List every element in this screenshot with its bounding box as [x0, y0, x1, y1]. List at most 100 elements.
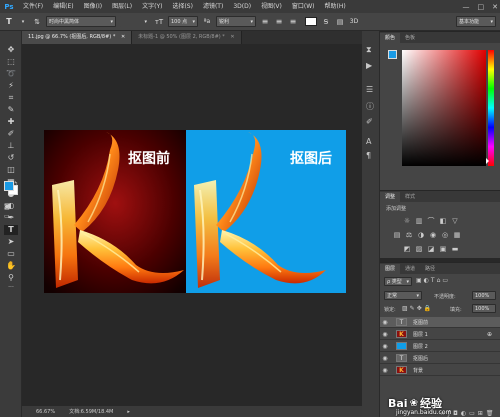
type-tool-icon[interactable]: T [4, 225, 18, 235]
actions-icon[interactable]: ▶ [366, 61, 372, 70]
antialias-select[interactable]: 锐利 ▾ [216, 16, 256, 27]
info-icon[interactable]: ⓘ [366, 101, 374, 112]
character-panel-icon[interactable]: ▤ [335, 18, 345, 26]
eye-icon[interactable]: ◉ [380, 343, 390, 350]
color-lookup-icon[interactable]: ▦ [452, 231, 462, 239]
chevron-down-icon[interactable]: ▾ [18, 19, 28, 25]
layer-row[interactable]: ◉ K 背景 [380, 365, 500, 376]
new-layer-icon[interactable]: ⊞ [478, 410, 486, 417]
adjustment-layer-icon[interactable]: ◐ [461, 410, 469, 417]
history-brush-tool-icon[interactable]: ↺ [4, 153, 18, 163]
menu-view[interactable]: 视图(V) [256, 0, 287, 13]
layer-effects-icon[interactable]: ⊕ [487, 331, 492, 338]
workspace-select[interactable]: 基本功能 ▾ [456, 16, 496, 27]
selective-color-icon[interactable]: ▣ [438, 245, 448, 253]
trash-icon[interactable]: 🗑 [486, 410, 497, 417]
foreground-color-swatch[interactable] [4, 181, 14, 191]
marquee-tool-icon[interactable]: ⬚ [4, 57, 18, 67]
screen-mode-icon[interactable]: ▭ [4, 213, 10, 220]
tab-adjustments[interactable]: 调整 [380, 192, 401, 202]
hue-saturation-icon[interactable]: ▤ [392, 231, 402, 239]
menu-image[interactable]: 图像(I) [79, 0, 107, 13]
shape-tool-icon[interactable]: ▭ [4, 249, 18, 259]
document-canvas[interactable]: 抠图前 抠图后 [44, 130, 346, 293]
healing-brush-tool-icon[interactable]: ✚ [4, 117, 18, 127]
panel-fg-swatch[interactable] [388, 50, 397, 59]
minimize-icon[interactable]: — [463, 3, 470, 11]
zoom-tool-icon[interactable]: ⚲ [4, 273, 18, 283]
lasso-tool-icon[interactable]: ➰ [4, 69, 18, 79]
eye-icon[interactable]: ◉ [380, 355, 390, 362]
menu-file[interactable]: 文件(F) [18, 0, 48, 13]
maximize-icon[interactable]: □ [478, 3, 485, 11]
hue-slider[interactable] [488, 50, 494, 166]
menu-help[interactable]: 帮助(H) [320, 0, 351, 13]
tab-styles[interactable]: 样式 [400, 192, 420, 202]
align-center-icon[interactable]: ≡ [274, 17, 284, 26]
invert-icon[interactable]: ◩ [402, 245, 412, 253]
magic-wand-tool-icon[interactable]: ⚡ [4, 81, 18, 91]
menu-3d[interactable]: 3D(D) [228, 0, 256, 13]
brush-preset-icon[interactable]: ✐ [366, 117, 373, 126]
eye-icon[interactable]: ◉ [380, 319, 390, 326]
crop-tool-icon[interactable]: ⌗ [4, 93, 18, 103]
color-field[interactable] [402, 50, 486, 166]
properties-icon[interactable]: ☰ [366, 85, 373, 94]
blend-mode-select[interactable]: 正常 ▾ [384, 291, 422, 300]
opacity-input[interactable]: 100% [472, 291, 496, 300]
menu-type[interactable]: 文字(Y) [137, 0, 167, 13]
curves-icon[interactable]: ⌒ [426, 217, 436, 225]
color-balance-icon[interactable]: ⚖ [404, 231, 414, 239]
warp-text-icon[interactable]: Ꞩ [321, 18, 331, 26]
menu-select[interactable]: 选择(S) [167, 0, 198, 13]
font-size-select[interactable]: 100 点 ▾ [168, 16, 198, 27]
close-icon[interactable]: ✕ [121, 34, 125, 40]
chevron-right-icon[interactable]: ▸ [127, 409, 130, 415]
tab-document-1[interactable]: 11.jpg @ 66.7% (抠图后, RGB/8#) * ✕ [22, 31, 133, 44]
align-right-icon[interactable]: ≡ [288, 17, 298, 26]
vibrance-icon[interactable]: ▽ [450, 217, 460, 225]
levels-icon[interactable]: ▥ [414, 217, 424, 225]
move-tool-icon[interactable]: ✥ [4, 45, 18, 55]
text-color-swatch[interactable] [305, 17, 317, 26]
text-orientation-icon[interactable]: ⇅ [32, 18, 42, 26]
brush-tool-icon[interactable]: ✐ [4, 129, 18, 139]
tab-swatches[interactable]: 色板 [400, 33, 420, 43]
eyedropper-tool-icon[interactable]: ✎ [4, 105, 18, 115]
align-left-icon[interactable]: ≡ [260, 17, 270, 26]
mask-icon[interactable]: ◘ [453, 410, 461, 417]
layer-row[interactable]: ◉ T 抠图前 [380, 317, 500, 328]
quick-mask-icon[interactable]: ◙ [4, 203, 10, 210]
paragraph-icon[interactable]: ¶ [366, 151, 371, 160]
channel-mixer-icon[interactable]: ◎ [440, 231, 450, 239]
more-tools-icon[interactable]: ··· [4, 283, 18, 293]
hand-tool-icon[interactable]: ✋ [4, 261, 18, 271]
menu-edit[interactable]: 编辑(E) [48, 0, 78, 13]
brightness-icon[interactable]: ☼ [402, 217, 412, 225]
lock-icons[interactable]: ▨✎✥🔒 [402, 305, 433, 312]
menu-layer[interactable]: 图层(L) [107, 0, 137, 13]
tab-color[interactable]: 颜色 [380, 33, 401, 43]
fill-input[interactable]: 100% [472, 304, 496, 313]
posterize-icon[interactable]: ▨ [414, 245, 424, 253]
layer-row[interactable]: ◉ K 图层 1 ⊕ [380, 329, 500, 340]
black-white-icon[interactable]: ◑ [416, 231, 426, 239]
exposure-icon[interactable]: ◧ [438, 217, 448, 225]
character-icon[interactable]: A [366, 137, 371, 146]
gradient-map-icon[interactable]: ▬ [450, 245, 460, 253]
clone-stamp-tool-icon[interactable]: ⊥ [4, 141, 18, 151]
menu-window[interactable]: 窗口(W) [287, 0, 320, 13]
layer-row[interactable]: ◉ 图层 2 [380, 341, 500, 352]
3d-icon[interactable]: 3D [349, 18, 359, 25]
menu-filter[interactable]: 滤镜(T) [198, 0, 228, 13]
layer-filter-select[interactable]: ρ 类型 ▾ [384, 277, 412, 286]
tab-document-2[interactable]: 未标题-1 @ 50% (图层 2, RGB/8#) * ✕ [132, 31, 242, 44]
eye-icon[interactable]: ◉ [380, 367, 390, 374]
eraser-tool-icon[interactable]: ◫ [4, 165, 18, 175]
font-style-select[interactable]: ▾ [120, 16, 150, 27]
font-family-select[interactable]: 时尚中黑简体 ▾ [46, 16, 116, 27]
zoom-level[interactable]: 66.67% [36, 409, 55, 415]
hue-slider-handle[interactable] [486, 158, 489, 164]
photo-filter-icon[interactable]: ◉ [428, 231, 438, 239]
swap-colors-icon[interactable]: ↰ [14, 181, 18, 187]
